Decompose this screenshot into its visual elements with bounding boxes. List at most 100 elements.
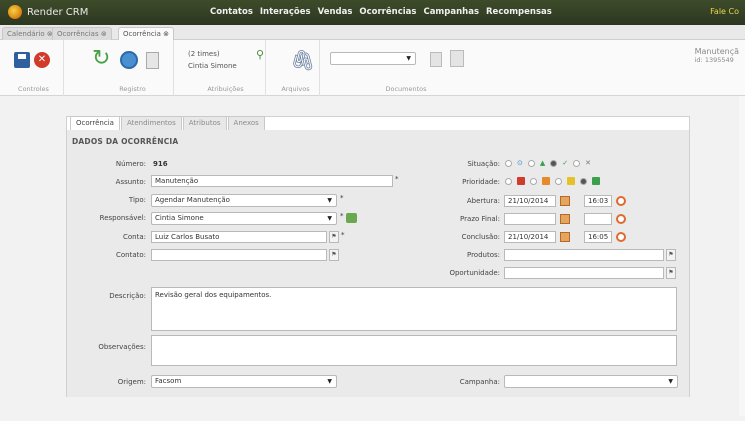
- calendar-icon[interactable]: [560, 214, 570, 224]
- abertura-time-input[interactable]: 16:03: [584, 195, 612, 207]
- priority-high-icon: [542, 177, 550, 185]
- tab-atributos[interactable]: Atributos: [182, 116, 227, 130]
- prioridade-radio-high[interactable]: [530, 177, 537, 185]
- tab-ocorrencias[interactable]: Ocorrências ⊗: [52, 27, 112, 40]
- situacao-radio-done[interactable]: [550, 159, 558, 167]
- situacao-radio-cancel[interactable]: [573, 159, 581, 167]
- main-nav: Contatos Interações Vendas Ocorrências C…: [210, 7, 552, 17]
- campanha-select[interactable]: ▼: [504, 375, 678, 388]
- search-icon[interactable]: ⚲: [256, 48, 264, 61]
- nav-campanhas[interactable]: Campanhas: [423, 7, 479, 17]
- toolbar-group-controles: ✕ Controles: [4, 40, 64, 96]
- conta-input[interactable]: Luiz Carlos Busato: [151, 231, 327, 243]
- document-select[interactable]: ▼: [330, 52, 416, 65]
- situacao-open-icon: ⊙: [517, 159, 523, 167]
- oportunidade-label: Oportunidade:: [449, 269, 500, 277]
- contato-lookup-icon[interactable]: ⚑: [329, 249, 339, 261]
- nav-vendas[interactable]: Vendas: [318, 7, 353, 17]
- required-mark: *: [395, 175, 399, 183]
- priority-urgent-icon: [517, 177, 525, 185]
- produtos-lookup-icon[interactable]: ⚑: [666, 249, 676, 261]
- prioridade-radio-urgent[interactable]: [505, 177, 512, 185]
- page-scrollbar[interactable]: [739, 96, 745, 416]
- tab-calendario[interactable]: Calendário ⊗: [2, 27, 58, 40]
- situacao-radio-warning[interactable]: [527, 159, 535, 167]
- required-mark: *: [340, 212, 344, 220]
- prioridade-radio-medium[interactable]: [555, 177, 562, 185]
- globe-icon[interactable]: [120, 51, 138, 69]
- warning-icon: ▲: [539, 159, 546, 167]
- brand[interactable]: Render CRM: [8, 5, 88, 19]
- conclusao-label: Conclusão:: [461, 233, 500, 241]
- prazo-time-input[interactable]: [584, 213, 612, 225]
- clock-icon[interactable]: [616, 232, 626, 242]
- record-info: Manutençã id: 1395549: [695, 47, 739, 64]
- nav-contatos[interactable]: Contatos: [210, 7, 253, 17]
- tipo-value: Agendar Manutenção: [155, 196, 230, 204]
- user-assign-icon[interactable]: [346, 213, 357, 223]
- record-id: id: 1395549: [694, 56, 734, 64]
- save-icon[interactable]: [14, 52, 30, 68]
- required-mark: *: [340, 194, 344, 202]
- assign-count[interactable]: (2 times): [188, 50, 220, 58]
- tipo-label: Tipo:: [128, 196, 146, 204]
- inner-tabs: Ocorrência Atendimentos Atributos Anexos: [70, 116, 265, 130]
- toolbar-group-documentos: ▼ Documentos: [326, 40, 486, 96]
- assign-user[interactable]: Cintia Simone: [188, 62, 237, 70]
- paperclip-icon[interactable]: 🖇: [290, 48, 315, 72]
- origem-select[interactable]: Facsom ▼: [151, 375, 337, 388]
- descricao-textarea[interactable]: Revisão geral dos equipamentos.: [151, 287, 677, 331]
- conta-lookup-icon[interactable]: ⚑: [329, 231, 339, 243]
- responsavel-value: Cintia Simone: [155, 214, 204, 222]
- tab-ocorrencia-details[interactable]: Ocorrência: [70, 116, 120, 130]
- situacao-label: Situação:: [467, 160, 500, 168]
- refresh-icon[interactable]: ↻: [92, 48, 110, 70]
- nav-recompensas[interactable]: Recompensas: [486, 7, 552, 17]
- brand-name: Render CRM: [27, 6, 89, 18]
- oportunidade-lookup-icon[interactable]: ⚑: [666, 267, 676, 279]
- toolbar-group-atribuicoes: (2 times) Cintia Simone ⚲ Atribuições: [186, 40, 266, 96]
- descricao-label: Descrição:: [109, 292, 146, 300]
- tab-atendimentos[interactable]: Atendimentos: [120, 116, 182, 130]
- generate-document-icon[interactable]: [430, 52, 442, 67]
- observacoes-textarea[interactable]: [151, 335, 677, 366]
- logo-icon: [8, 5, 22, 19]
- tab-ocorrencia[interactable]: Ocorrência ⊗: [118, 27, 175, 40]
- chevron-down-icon: ▼: [327, 378, 332, 385]
- tab-anexos[interactable]: Anexos: [227, 116, 265, 130]
- prioridade-radio-low[interactable]: [580, 177, 587, 185]
- abertura-date-input[interactable]: 21/10/2014: [504, 195, 556, 207]
- numero-label: Número:: [115, 160, 146, 168]
- contato-label: Contato:: [115, 251, 146, 259]
- window-tab-strip: Calendário ⊗ Ocorrências ⊗ Ocorrência ⊗: [0, 25, 745, 40]
- required-mark: *: [341, 231, 345, 239]
- prazo-date-input[interactable]: [504, 213, 556, 225]
- produtos-input[interactable]: [504, 249, 664, 261]
- oportunidade-input[interactable]: [504, 267, 664, 279]
- calendar-icon[interactable]: [560, 196, 570, 206]
- nav-ocorrencias[interactable]: Ocorrências: [359, 7, 416, 17]
- close-icon[interactable]: ✕: [34, 52, 50, 68]
- edit-document-icon[interactable]: [146, 52, 159, 69]
- chevron-down-icon: ▼: [406, 55, 411, 62]
- contato-input[interactable]: [151, 249, 327, 261]
- nav-interacoes[interactable]: Interações: [260, 7, 311, 17]
- responsavel-select[interactable]: Cintia Simone ▼: [151, 212, 337, 225]
- origem-label: Origem:: [117, 378, 146, 386]
- conclusao-date-input[interactable]: 21/10/2014: [504, 231, 556, 243]
- calendar-icon[interactable]: [560, 232, 570, 242]
- contact-link[interactable]: Fale Co: [710, 7, 739, 16]
- prioridade-options: [505, 177, 600, 185]
- situacao-radio-open[interactable]: [505, 159, 512, 167]
- tipo-select[interactable]: Agendar Manutenção ▼: [151, 194, 337, 207]
- group-label-atribuicoes: Atribuições: [207, 85, 244, 93]
- assunto-input[interactable]: Manutenção: [151, 175, 393, 187]
- group-label-controles: Controles: [18, 85, 49, 93]
- toolbar-group-registro: ↻ Registro: [92, 40, 174, 96]
- clock-icon[interactable]: [616, 196, 626, 206]
- clock-icon[interactable]: [616, 214, 626, 224]
- upload-icon[interactable]: [450, 50, 464, 67]
- chevron-down-icon: ▼: [327, 215, 332, 222]
- conclusao-time-input[interactable]: 16:05: [584, 231, 612, 243]
- record-title: Manutençã: [694, 47, 739, 56]
